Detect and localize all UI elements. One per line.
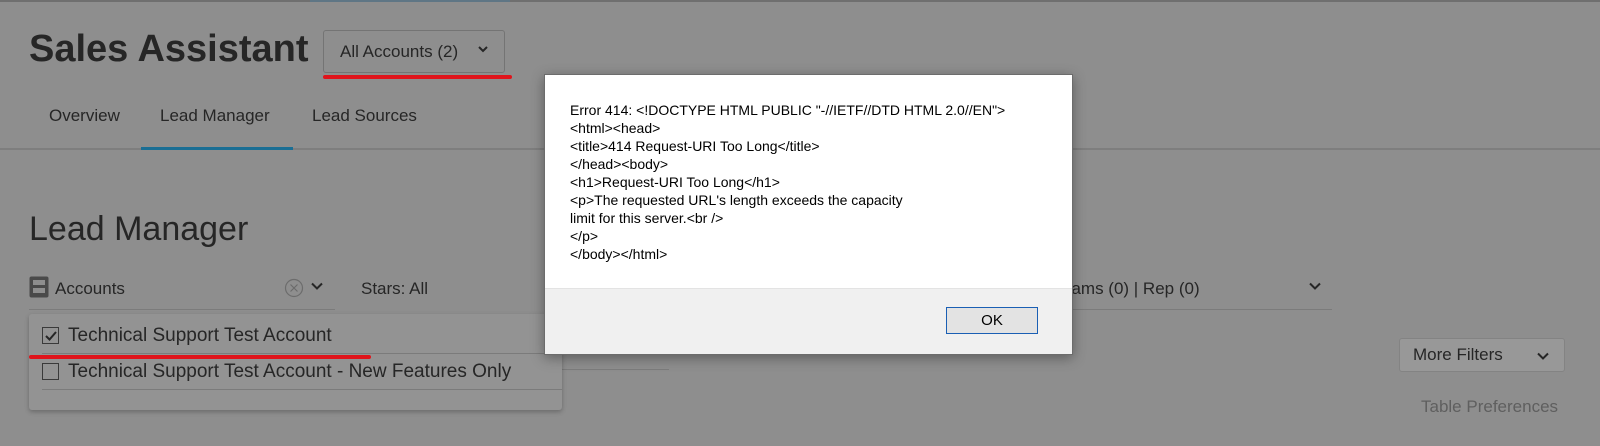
chevron-down-icon — [1309, 282, 1321, 290]
account-option[interactable]: Technical Support Test Account — [42, 319, 562, 354]
account-option-label: Technical Support Test Account — [68, 325, 332, 346]
red-annotation-underline — [29, 355, 371, 359]
filter-divider — [555, 369, 669, 370]
sales-assistant-page: Sales Assistant All Accounts (2) Overvie… — [0, 0, 1600, 446]
accounts-filter-label: Accounts — [55, 279, 125, 298]
app-title: Sales Assistant — [29, 28, 309, 70]
chevron-down-icon — [478, 46, 488, 53]
teams-rep-filter[interactable]: eams (0) | Rep (0) — [1062, 266, 1332, 310]
table-preferences-link[interactable]: Table Preferences — [1421, 397, 1558, 417]
error-dialog: Error 414: <!DOCTYPE HTML PUBLIC "-//IET… — [544, 74, 1073, 355]
tab-lead-manager[interactable]: Lead Manager — [160, 106, 270, 126]
chevron-down-icon[interactable] — [310, 279, 324, 293]
clear-icon[interactable] — [284, 278, 304, 298]
tab-overview[interactable]: Overview — [49, 106, 120, 126]
active-tab-indicator — [141, 147, 293, 150]
accounts-dropdown-menu: Technical Support Test Account Technical… — [29, 314, 562, 410]
accounts-icon — [29, 276, 49, 298]
account-option-label: Technical Support Test Account - New Fea… — [68, 361, 512, 382]
top-border — [0, 0, 1600, 2]
checkbox-unchecked[interactable] — [42, 363, 59, 380]
teams-rep-filter-label: eams (0) | Rep (0) — [1062, 279, 1200, 298]
section-title: Lead Manager — [29, 210, 249, 248]
all-accounts-label: All Accounts (2) — [340, 41, 459, 61]
red-annotation-underline — [323, 75, 512, 79]
top-accent-bar — [310, 0, 510, 2]
ok-button[interactable]: OK — [946, 307, 1038, 334]
checkbox-checked[interactable] — [42, 327, 59, 344]
all-accounts-dropdown[interactable]: All Accounts (2) — [323, 30, 505, 73]
more-filters-button[interactable]: More Filters — [1399, 338, 1565, 372]
dialog-footer: OK — [545, 288, 1072, 354]
check-icon — [45, 331, 57, 341]
tab-lead-sources[interactable]: Lead Sources — [312, 106, 417, 126]
chevron-down-icon — [1537, 352, 1549, 360]
accounts-filter[interactable]: Accounts — [29, 266, 335, 310]
error-message: Error 414: <!DOCTYPE HTML PUBLIC "-//IET… — [570, 102, 1006, 262]
stars-filter[interactable]: Stars: All — [361, 266, 551, 310]
account-option[interactable]: Technical Support Test Account - New Fea… — [42, 355, 562, 390]
more-filters-label: More Filters — [1413, 345, 1503, 364]
stars-filter-label: Stars: All — [361, 279, 429, 298]
